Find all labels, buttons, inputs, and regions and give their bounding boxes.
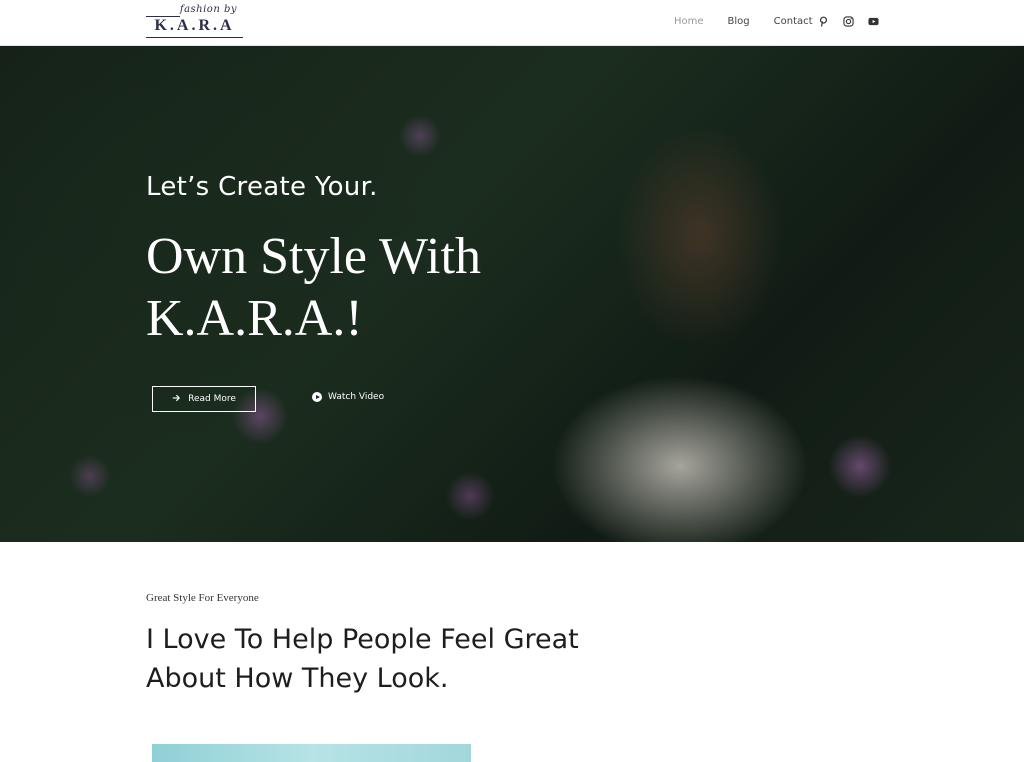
site-logo[interactable]: fashion by K.A.R.A [146, 4, 243, 38]
social-links [818, 14, 879, 27]
main-nav: Home Blog Contact [674, 0, 837, 42]
watch-video-button[interactable]: Watch Video [312, 392, 384, 402]
hero-title-line-1: Own Style With [146, 228, 481, 285]
logo-wordmark: K.A.R.A [154, 17, 235, 34]
logo-script-text: fashion by [179, 4, 237, 15]
pinterest-icon[interactable] [818, 14, 829, 27]
section-heading-line-1: I Love To Help People Feel Great [146, 624, 579, 655]
logo-rule [146, 37, 243, 38]
section-heading-line-2: About How They Look. [146, 663, 449, 694]
instagram-icon[interactable] [843, 14, 854, 27]
featured-image [152, 744, 471, 762]
hero-title: Own Style With K.A.R.A.! [146, 226, 481, 350]
youtube-icon[interactable] [868, 14, 879, 26]
watch-video-label: Watch Video [328, 392, 385, 402]
play-icon [312, 392, 322, 402]
hero-title-line-2: K.A.R.A.! [146, 290, 363, 347]
read-more-label: Read More [188, 394, 236, 404]
section-eyebrow: Great Style For Everyone [146, 592, 259, 604]
hero-banner: Let’s Create Your. Own Style With K.A.R.… [0, 46, 1024, 542]
arrow-right-icon [172, 394, 181, 405]
nav-home[interactable]: Home [674, 16, 704, 27]
hero-subtitle: Let’s Create Your. [146, 172, 378, 202]
read-more-button[interactable]: Read More [152, 386, 256, 412]
section-heading: I Love To Help People Feel Great About H… [146, 620, 666, 698]
nav-contact[interactable]: Contact [774, 16, 813, 27]
nav-blog[interactable]: Blog [728, 16, 750, 27]
site-header: fashion by K.A.R.A Home Blog Contact [0, 0, 1024, 46]
